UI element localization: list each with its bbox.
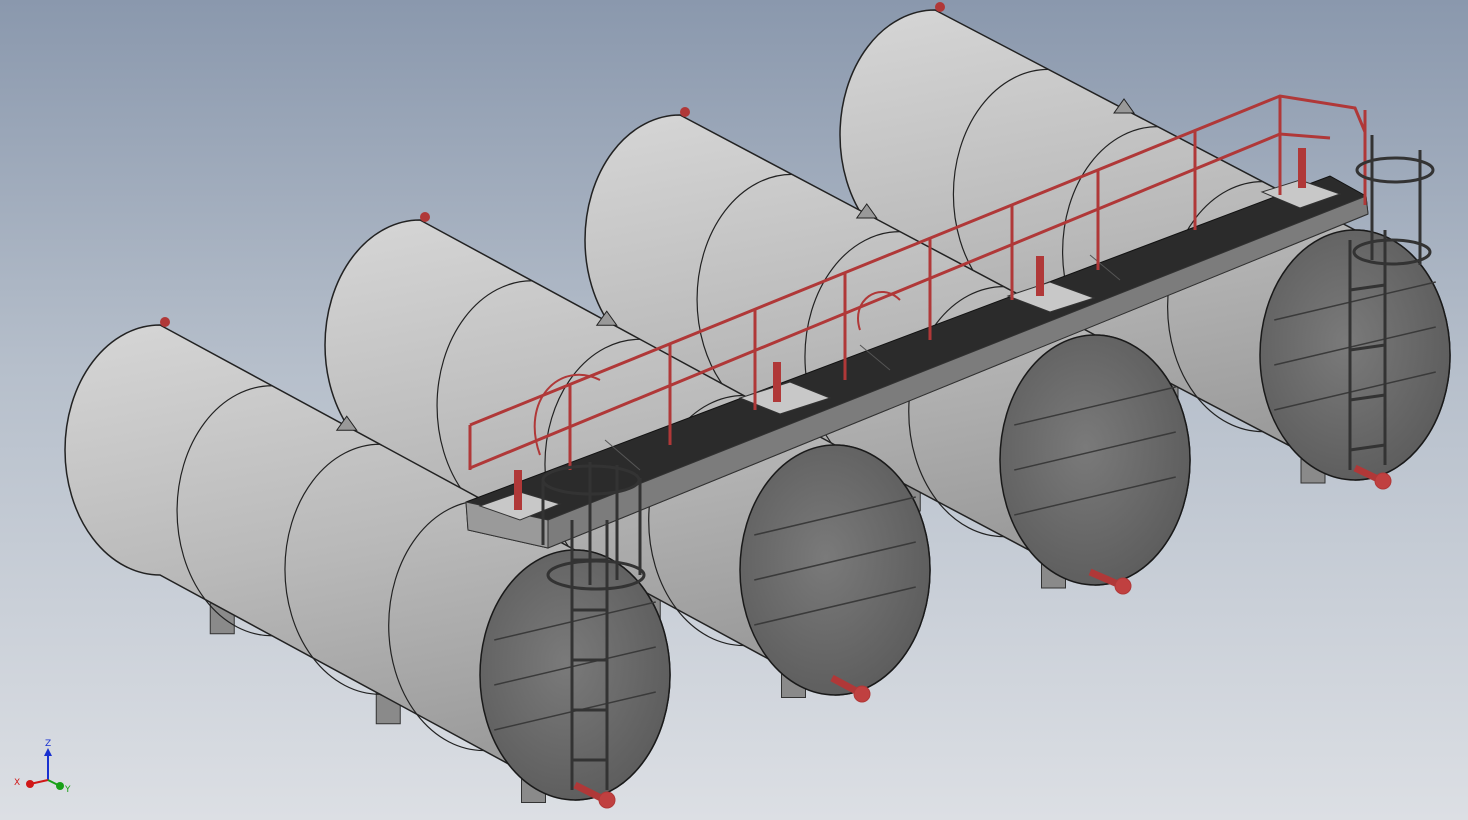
top-nozzle bbox=[935, 2, 945, 12]
x-axis-label: X bbox=[14, 778, 21, 788]
tank-end-cap bbox=[999, 334, 1191, 586]
y-axis-handle[interactable] bbox=[56, 782, 64, 790]
y-axis-label: Y bbox=[65, 785, 71, 795]
z-axis-arrow[interactable] bbox=[44, 748, 52, 756]
z-axis-label: Z bbox=[45, 739, 52, 749]
top-nozzle bbox=[680, 107, 690, 117]
model-scene[interactable] bbox=[0, 0, 1468, 820]
3d-viewport[interactable]: Z X Y bbox=[0, 0, 1468, 820]
tank-end-cap bbox=[739, 444, 931, 696]
top-nozzle bbox=[420, 212, 430, 222]
top-nozzle bbox=[160, 317, 170, 327]
view-triad[interactable]: Z X Y bbox=[10, 738, 80, 804]
x-axis-handle[interactable] bbox=[26, 780, 34, 788]
tank-end-cap bbox=[1259, 229, 1451, 481]
